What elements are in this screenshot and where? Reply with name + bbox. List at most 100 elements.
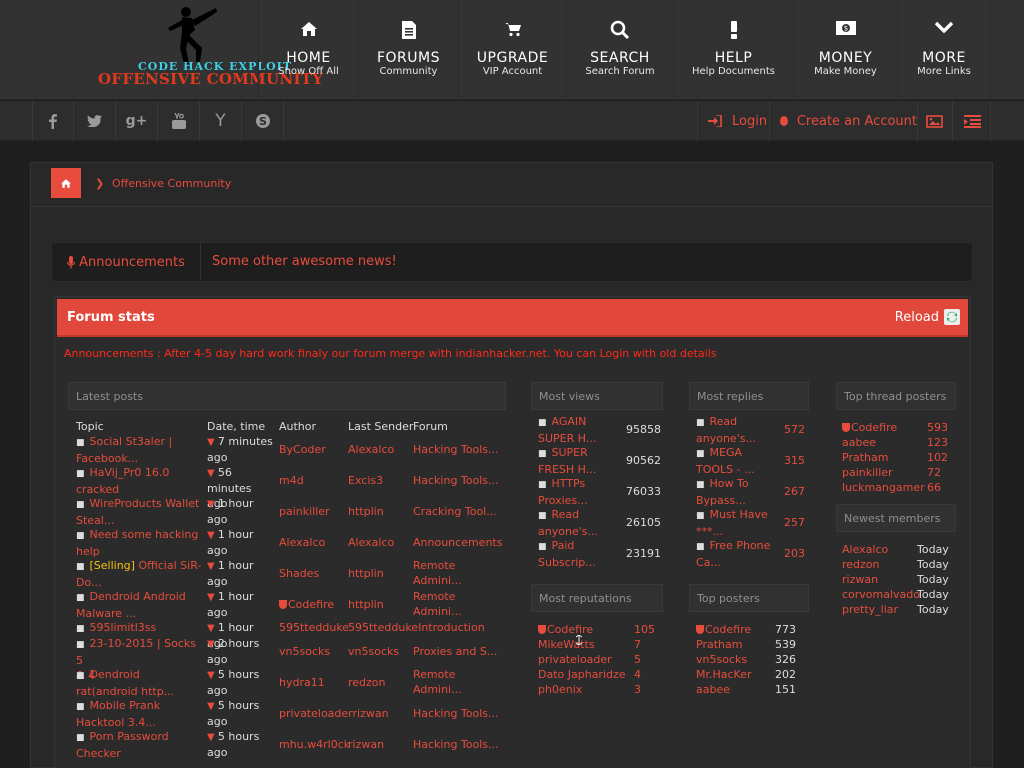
latest-forum[interactable]: Hacking Tools... [413, 737, 499, 752]
menu-toggle-button[interactable] [952, 101, 991, 141]
latest-sender[interactable]: Alexalco [348, 535, 394, 550]
latest-author[interactable]: Shades [279, 566, 319, 581]
latest-author[interactable]: m4d [279, 473, 304, 488]
most-replies-count: 267 [784, 485, 805, 498]
top-thread-posters-value: 593 [927, 421, 948, 434]
latest-author[interactable]: ByCoder [279, 442, 326, 457]
latest-topic[interactable]: ■ 595limitl3ss [76, 620, 206, 637]
latest-sender[interactable]: 595tteddukeIntroduction [348, 620, 485, 635]
latest-forum[interactable]: Hacking Tools... [413, 706, 499, 721]
skype-icon[interactable]: S [242, 101, 284, 141]
latest-author[interactable]: Alexalco [279, 535, 325, 550]
top-thread-posters-name[interactable]: aabee [842, 435, 876, 450]
nav-home[interactable]: HOME Show Off All [258, 0, 358, 100]
latest-topic[interactable]: ■ Social St3aler | Facebook... [76, 434, 206, 466]
latest-author[interactable]: Codefire [279, 597, 334, 612]
nav-upgrade[interactable]: UPGRADE VIP Account [458, 0, 566, 100]
latest-author[interactable]: vn5socks [279, 644, 330, 659]
facebook-icon[interactable] [32, 101, 74, 141]
latest-topic[interactable]: ■ Porn Password Checker [76, 729, 206, 761]
latest-forum[interactable]: Cracking Tool... [413, 504, 497, 519]
latest-sender[interactable]: rizwan [348, 737, 384, 752]
latest-forum-line1: Remote [413, 590, 456, 603]
latest-forum[interactable]: Proxies and S... [413, 644, 497, 659]
twitter-icon[interactable] [74, 101, 116, 141]
breadcrumb-home-button[interactable] [51, 168, 81, 198]
newest-members-name[interactable]: rizwan [842, 572, 878, 587]
latest-topic[interactable]: ■ Dendroid Android Malware ... [76, 589, 206, 621]
top-posters-name[interactable]: vn5socks [696, 652, 747, 667]
most-views-count: 23191 [626, 547, 661, 560]
top-thread-posters-name[interactable]: Pratham [842, 450, 888, 465]
latest-sender[interactable]: Excis3 [348, 473, 383, 488]
most-views-topic[interactable]: ■ Paid Subscrip... [538, 538, 618, 570]
most-replies-topic[interactable]: ■ Free Phone Ca... [696, 538, 776, 570]
youtube-icon[interactable] [158, 101, 200, 141]
newest-members-name[interactable]: corvomalvado [842, 587, 920, 602]
most-reputations-name[interactable]: Codefire [538, 622, 593, 637]
newest-members-name[interactable]: redzon [842, 557, 880, 572]
most-views-topic[interactable]: ■ Read anyone's... [538, 507, 618, 539]
top-posters-name[interactable]: Pratham [696, 637, 742, 652]
top-posters-name[interactable]: Mr.HacKer [696, 667, 752, 682]
latest-topic[interactable]: ■ WireProducts Wallet Steal... [76, 496, 206, 528]
top-posters-name[interactable]: aabee [696, 682, 730, 697]
latest-forum[interactable]: Hacking Tools... [413, 473, 499, 488]
announcement-text[interactable]: Some other awesome news! [212, 254, 397, 269]
latest-topic[interactable]: ■ HaVij_Pr0 16.0 cracked [76, 465, 206, 497]
latest-author[interactable]: privateloaderrizwan [279, 706, 389, 721]
document-icon: ■ [538, 418, 547, 428]
latest-topic[interactable]: ■ Mobile Prank Hacktool 3.4... [76, 698, 206, 730]
breadcrumb-current[interactable]: Offensive Community [112, 177, 231, 190]
latest-author[interactable]: 595ttedduke [279, 620, 349, 635]
latest-forum[interactable]: Remote Admini... [413, 589, 462, 619]
latest-sender[interactable]: httplin [348, 597, 384, 612]
most-reputations-name[interactable]: ph0enix [538, 682, 582, 697]
most-replies-topic[interactable]: ■ How To Bypass... [696, 476, 776, 508]
nav-money[interactable]: $ MONEY Make Money [793, 0, 897, 100]
latest-sender[interactable]: redzon [348, 675, 386, 690]
latest-author[interactable]: mhu.w4rl0ck [279, 737, 350, 752]
newest-members-name[interactable]: pretty_liar [842, 602, 898, 617]
most-views-topic[interactable]: ■ SUPER FRESH H... [538, 445, 618, 477]
latest-author[interactable]: hydra11 [279, 675, 325, 690]
latest-forum[interactable]: Remote Admini... [413, 667, 462, 697]
announcements-tab[interactable]: Announcements [52, 243, 201, 281]
latest-sender[interactable]: httplin [348, 566, 384, 581]
nav-forums[interactable]: FORUMS Community [358, 0, 458, 100]
nav-help[interactable]: HELP Help Documents [673, 0, 793, 100]
top-posters-name[interactable]: Codefire [696, 622, 751, 637]
latest-sender[interactable]: Alexalco [348, 442, 394, 457]
latest-author[interactable]: painkiller [279, 504, 330, 519]
most-replies-topic[interactable]: ■ Must Have ***... [696, 507, 776, 539]
most-reputations-name[interactable]: MikeWatts [538, 637, 595, 652]
reload-button[interactable]: Reload [895, 309, 960, 325]
latest-forum[interactable]: Hacking Tools... [413, 442, 499, 457]
nav-search[interactable]: SEARCH Search Forum [566, 0, 673, 100]
latest-sender[interactable]: vn5socks [348, 644, 399, 659]
latest-author-name: mhu.w4rl0ck [279, 738, 351, 751]
most-reputations-name[interactable]: privateloader [538, 652, 612, 667]
nav-more[interactable]: MORE More Links [897, 0, 991, 100]
most-replies-topic[interactable]: ■ MEGA TOOLS - ... [696, 445, 776, 477]
most-replies-topic[interactable]: ■ Read anyone's... [696, 414, 776, 446]
top-thread-posters-name[interactable]: luckmangamer [842, 480, 925, 495]
most-reputations-name[interactable]: Dato Japharidze [538, 667, 626, 682]
most-replies-topic-line1: MEGA [709, 446, 743, 459]
google-plus-icon[interactable]: g+ [116, 101, 158, 141]
latest-topic[interactable]: ■ [Selling] Official SiR- Do... [76, 558, 206, 590]
gallery-button[interactable] [917, 101, 952, 141]
latest-topic[interactable]: ■ Need some hacking help [76, 527, 206, 559]
y-icon[interactable]: Y [200, 101, 242, 141]
most-views-topic[interactable]: ■ AGAIN SUPER H... [538, 414, 618, 446]
latest-forum[interactable]: Remote Admini... [413, 558, 462, 588]
login-button[interactable]: Login [697, 101, 769, 141]
top-thread-posters-name[interactable]: Codefire [842, 420, 897, 435]
most-views-topic[interactable]: ■ HTTPs Proxies... [538, 476, 618, 508]
newest-members-name[interactable]: Alexalco [842, 542, 888, 557]
latest-forum[interactable]: Announcements [413, 535, 502, 550]
latest-sender[interactable]: httplin [348, 504, 384, 519]
create-account-button[interactable]: Create an Account [769, 101, 917, 141]
latest-topic[interactable]: ■ Dendroid rat(android http... [76, 667, 206, 699]
top-thread-posters-name[interactable]: painkiller [842, 465, 893, 480]
